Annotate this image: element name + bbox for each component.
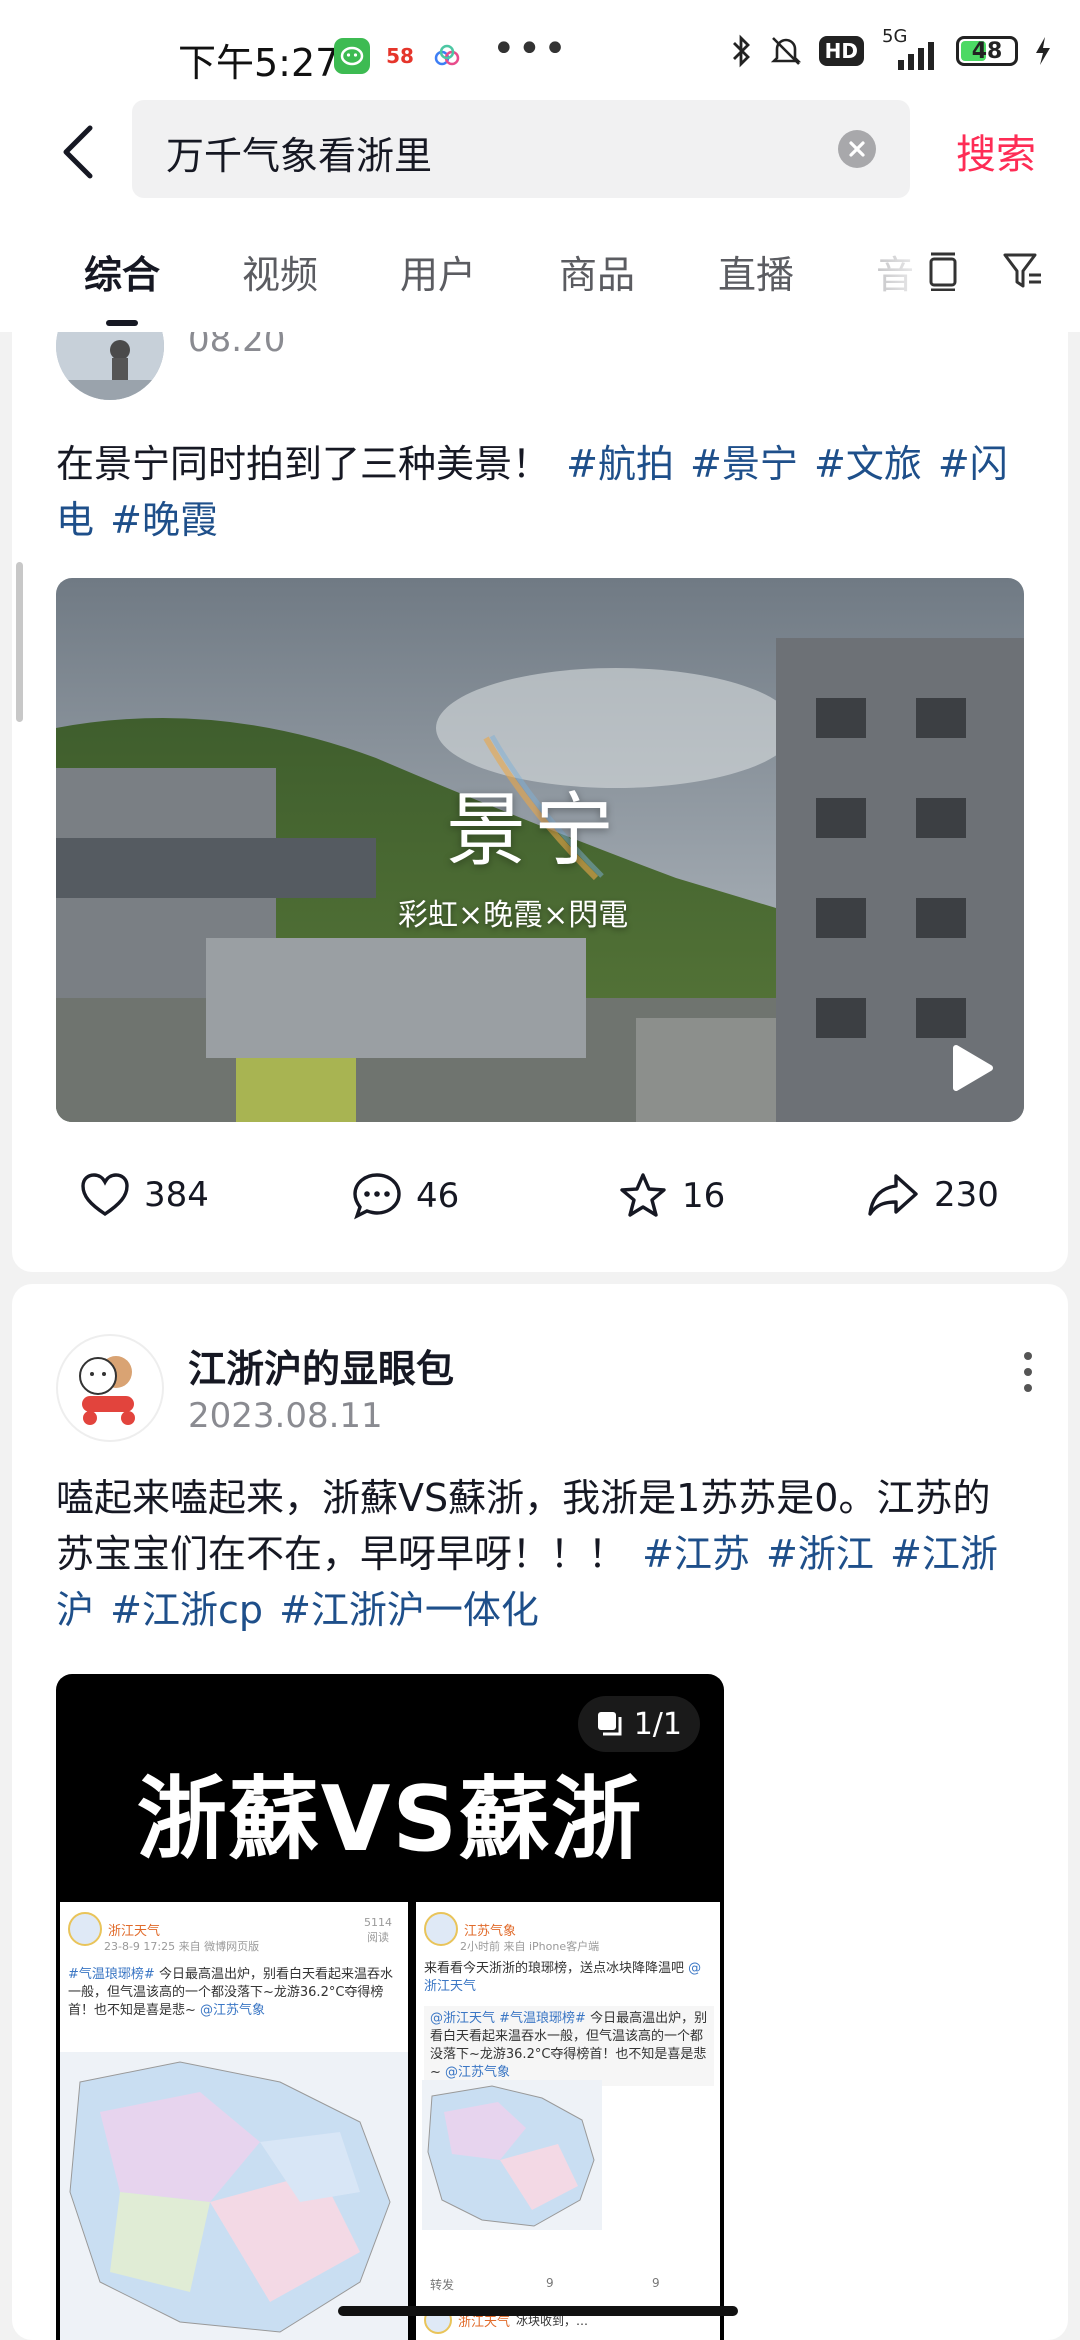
post-caption: 在景宁同时拍到了三种美景！ #航拍 #景宁 #文旅 #闪电 #晚霞 [56, 436, 1026, 548]
hashtag[interactable]: #景宁 [690, 442, 798, 486]
author-avatar[interactable] [56, 1334, 164, 1442]
weibo-text: #气温琅琊榜# 今日最高温出炉，别看白天看起来温吞水一般，但气温该高的一个都没落… [68, 1967, 393, 2018]
weibo-text: 来看看今天浙浙的琅琊榜，送点冰块降降温吧 @浙江天气 [424, 1961, 702, 1994]
filter-icon [1003, 253, 1041, 288]
search-query: 万千气象看浙里 [166, 134, 433, 178]
clear-icon [849, 141, 865, 157]
tab-live[interactable]: 直播 [718, 244, 794, 299]
hashtag[interactable]: #航拍 [566, 442, 674, 486]
signal-icon: 5G [880, 26, 940, 70]
post-date: 08.20 [188, 332, 286, 360]
weibo-screenshot-right: 江苏气象 2小时前 来自 iPhone客户端 来看看今天浙浙的琅琊榜，送点冰块降… [416, 1902, 720, 2340]
active-tab-indicator [106, 320, 138, 326]
star-icon [620, 1173, 666, 1217]
weibo-meta: 23-8-9 17:25 来自 微博网页版 [104, 1940, 260, 1953]
video-thumbnail[interactable]: 景宁 彩虹×晚霞×閃電 [56, 578, 1024, 1122]
charging-icon [1036, 37, 1050, 65]
post-card[interactable]: 江浙沪的显眼包 2023.08.11 嗑起来嗑起来，浙蘇VS蘇浙，我浙是1苏苏是… [12, 1284, 1068, 2340]
temperature-map [60, 2052, 408, 2340]
weibo-forward: 转发 [430, 2278, 455, 2292]
share-count: 230 [934, 1175, 999, 1215]
hashtag[interactable]: #浙江 [766, 1532, 874, 1576]
like-button[interactable]: 384 [80, 1172, 209, 1218]
filter-button[interactable] [1000, 248, 1046, 294]
wechat-icon [334, 38, 370, 74]
status-indicators: HD 5G 48 [731, 26, 1052, 70]
comment-icon [353, 1173, 401, 1220]
search-input[interactable]: 万千气象看浙里 [132, 100, 910, 198]
weibo-meta: 2小时前 来自 iPhone客户端 [460, 1940, 600, 1953]
home-indicator[interactable] [338, 2306, 738, 2316]
post-actions: 384 46 16 230 [12, 1172, 1068, 1252]
post-caption: 嗑起来嗑起来，浙蘇VS蘇浙，我浙是1苏苏是0。江苏的苏宝宝们在不在，早呀早呀！！… [56, 1470, 1026, 1638]
battery-icon: 48 [956, 36, 1018, 66]
hashtag[interactable]: #晚霞 [110, 498, 218, 542]
post-card[interactable]: 08.20 在景宁同时拍到了三种美景！ #航拍 #景宁 #文旅 #闪电 #晚霞 [12, 332, 1068, 1272]
search-header: 万千气象看浙里 搜索 [0, 100, 1080, 210]
weibo-avatar [424, 1912, 458, 1946]
more-notifications-icon: ••• [492, 26, 569, 72]
tab-comprehensive[interactable]: 综合 [84, 244, 160, 299]
weibo-likes: 9 [652, 2276, 660, 2290]
clear-search-button[interactable] [838, 130, 876, 168]
hd-badge: HD [818, 36, 864, 66]
weibo-avatar [68, 1912, 102, 1946]
weibo-account-name: 浙江天气 [108, 1923, 161, 1939]
hashtag[interactable]: #江浙沪一体化 [279, 1588, 539, 1632]
tab-products[interactable]: 商品 [559, 244, 635, 299]
image-post[interactable]: 1/1 浙蘇VS蘇浙 浙江天气 23-8-9 17:25 来自 微博网页版 51… [56, 1674, 724, 2340]
heart-icon [81, 1173, 129, 1217]
status-time: 下午5:27 [178, 41, 340, 85]
tab-video[interactable]: 视频 [242, 244, 318, 299]
like-count: 384 [144, 1175, 209, 1215]
post-date: 2023.08.11 [188, 1396, 383, 1436]
author-avatar[interactable] [56, 332, 164, 400]
play-icon [953, 1045, 993, 1091]
tab-users[interactable]: 用户 [400, 244, 476, 299]
back-button[interactable] [48, 122, 108, 182]
share-button[interactable]: 230 [866, 1172, 999, 1218]
weibo-screenshot-left: 浙江天气 23-8-9 17:25 来自 微博网页版 5114 阅读 #气温琅琊榜… [60, 1902, 408, 2340]
hashtag[interactable]: #江浙cp [110, 1588, 263, 1632]
app-58-icon: 58 [382, 38, 418, 74]
favorite-button[interactable]: 16 [618, 1172, 725, 1220]
gallery-icon [597, 1712, 622, 1736]
status-bar: 下午5:27 58 ••• HD 5G 48 [0, 0, 1080, 100]
author-name[interactable]: 江浙沪的显眼包 [188, 1338, 454, 1393]
video-subtitle: 彩虹×晚霞×閃電 [398, 898, 629, 933]
hashtag[interactable]: #文旅 [814, 442, 922, 486]
layout-icon [929, 252, 957, 291]
layout-switch-button[interactable] [920, 248, 966, 294]
weibo-views: 5114 阅读 [364, 1916, 392, 1944]
weibo-account-name: 江苏气象 [464, 1923, 517, 1939]
cloud-app-icon [430, 38, 466, 74]
more-options-button[interactable] [1018, 1342, 1038, 1402]
bluetooth-icon [732, 34, 750, 68]
scrollbar[interactable] [16, 562, 23, 722]
mute-bell-icon [770, 37, 801, 65]
result-tabs: 综合 视频 用户 商品 直播 音 [0, 210, 1080, 332]
share-arrow-icon [868, 1174, 918, 1216]
weibo-quote: @浙江天气 #气温琅琊榜# 今日最高温出炉，别看白天看起来温吞水一般，但气温该高… [424, 2006, 714, 2086]
video-title: 景宁 [446, 784, 622, 877]
search-button[interactable]: 搜索 [956, 122, 1036, 180]
favorite-count: 16 [682, 1176, 726, 1216]
image-counter: 1/1 [577, 1696, 700, 1752]
comment-count: 46 [416, 1176, 460, 1216]
weibo-comments: 9 [546, 2276, 554, 2290]
temperature-map [422, 2080, 602, 2230]
back-arrow-icon [63, 125, 93, 179]
hashtag[interactable]: #江苏 [642, 1532, 750, 1576]
image-title: 浙蘇VS蘇浙 [136, 1767, 644, 1872]
caption-text: 在景宁同时拍到了三种美景！ [56, 442, 551, 486]
comment-button[interactable]: 46 [352, 1172, 459, 1220]
